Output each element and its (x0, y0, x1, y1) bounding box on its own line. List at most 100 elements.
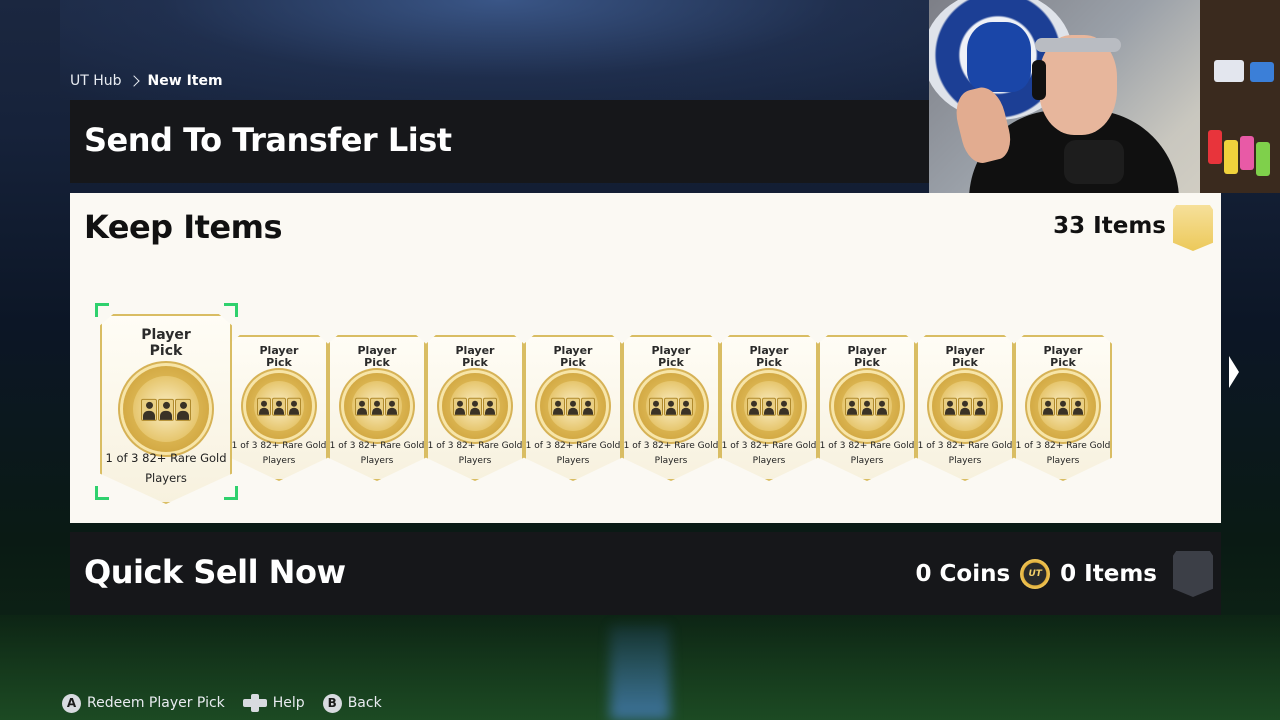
shelf-image (1200, 0, 1280, 193)
card-desc-line2: Players (360, 456, 394, 466)
player-pick-medal-icon (540, 373, 606, 439)
player-pick-medal-icon (834, 373, 900, 439)
card-title: Player Pick (818, 345, 916, 369)
card-desc-line1: 1 of 3 82+ Rare Gold (427, 441, 523, 451)
hint-1[interactable]: Help (242, 694, 305, 712)
background-pitch-light (610, 625, 670, 720)
card-desc-line1: 1 of 3 82+ Rare Gold (917, 441, 1013, 451)
player-pick-card-selected[interactable]: Player Pick 1 of 3 82+ Rare Gold Players (100, 314, 232, 504)
card-description: 1 of 3 82+ Rare Gold Players (818, 439, 916, 469)
player-pick-medal-icon (442, 373, 508, 439)
controller-button-icon: B (322, 693, 342, 713)
card-title: Player Pick (622, 345, 720, 369)
card-title: Player Pick (328, 345, 426, 369)
chevron-right-icon (127, 75, 140, 87)
player-pick-card[interactable]: Player Pick 1 of 3 82+ Rare Gold Players (622, 335, 720, 481)
player-pick-card[interactable]: Player Pick 1 of 3 82+ Rare Gold Players (720, 335, 818, 481)
arrow-right-icon[interactable] (1229, 356, 1239, 388)
card-description: 1 of 3 82+ Rare Gold Players (524, 439, 622, 469)
card-desc-line1: 1 of 3 82+ Rare Gold (329, 441, 425, 451)
card-desc-line1: 1 of 3 82+ Rare Gold (105, 451, 227, 465)
quick-sell-coins: 0 Coins (915, 561, 1011, 587)
focus-corner-icon (224, 303, 238, 317)
controller-button-icon: A (62, 693, 81, 713)
card-title: Player Pick (230, 345, 328, 369)
player-pick-medal-icon (246, 373, 312, 439)
card-desc-line2: Players (262, 456, 296, 466)
card-desc-line2: Players (654, 456, 688, 466)
player-pick-card[interactable]: Player Pick 1 of 3 82+ Rare Gold Players (426, 335, 524, 481)
card-desc-line2: Players (1046, 456, 1080, 466)
player-pick-medal-icon (638, 373, 704, 439)
hint-label: Help (272, 695, 305, 711)
quick-sell-title: Quick Sell Now (84, 553, 346, 591)
breadcrumb-root[interactable]: UT Hub (70, 73, 122, 89)
hint-2[interactable]: B Back (322, 693, 382, 713)
card-desc-line1: 1 of 3 82+ Rare Gold (231, 441, 327, 451)
card-title: Player Pick (1014, 345, 1112, 369)
grey-pack-badge-icon (1173, 551, 1213, 597)
quick-sell-items: 0 Items (1060, 561, 1157, 587)
quick-sell-now-button[interactable]: Quick Sell Now 0 Coins UT 0 Items (70, 532, 1221, 615)
card-desc-line2: Players (948, 456, 982, 466)
card-description: 1 of 3 82+ Rare Gold Players (622, 439, 720, 469)
focus-corner-icon (95, 486, 109, 500)
headband-image (1035, 38, 1121, 52)
ut-coin-icon: UT (1020, 559, 1051, 589)
quick-sell-summary: 0 Coins UT 0 Items (915, 551, 1213, 597)
card-title-line2: Pick (658, 356, 684, 369)
card-description: 1 of 3 82+ Rare Gold Players (426, 439, 524, 469)
headphone-image (1032, 60, 1046, 100)
card-title-line2: Pick (560, 356, 586, 369)
card-desc-line1: 1 of 3 82+ Rare Gold (525, 441, 621, 451)
card-description: 1 of 3 82+ Rare Gold Players (100, 448, 232, 488)
player-pick-medal-icon (344, 373, 410, 439)
card-title-line2: Pick (854, 356, 880, 369)
card-title-line2: Pick (1050, 356, 1076, 369)
card-description: 1 of 3 82+ Rare Gold Players (230, 439, 328, 469)
player-pick-card[interactable]: Player Pick 1 of 3 82+ Rare Gold Players (1014, 335, 1112, 481)
card-description: 1 of 3 82+ Rare Gold Players (916, 439, 1014, 469)
card-desc-line1: 1 of 3 82+ Rare Gold (819, 441, 915, 451)
card-title-line2: Pick (364, 356, 390, 369)
player-pick-card[interactable]: Player Pick 1 of 3 82+ Rare Gold Players (328, 335, 426, 481)
hint-0[interactable]: A Redeem Player Pick (62, 693, 225, 713)
hint-label: Redeem Player Pick (87, 695, 225, 711)
player-pick-medal-icon (123, 366, 209, 452)
card-title-line2: Pick (266, 356, 292, 369)
webcam-overlay (929, 0, 1280, 193)
card-desc-line2: Players (145, 471, 187, 485)
card-desc-line2: Players (752, 456, 786, 466)
focus-corner-icon (95, 303, 109, 317)
card-title-line1: Player (141, 327, 191, 343)
card-carousel: Player Pick 1 of 3 82+ Rare Gold Players Pla… (70, 193, 1221, 523)
card-desc-line1: 1 of 3 82+ Rare Gold (721, 441, 817, 451)
card-desc-line2: Players (458, 456, 492, 466)
player-pick-card[interactable]: Player Pick 1 of 3 82+ Rare Gold Players (230, 335, 328, 481)
focus-corner-icon (224, 486, 238, 500)
card-title: Player Pick (524, 345, 622, 369)
player-pick-card[interactable]: Player Pick 1 of 3 82+ Rare Gold Players (818, 335, 916, 481)
card-title: Player Pick (916, 345, 1014, 369)
card-title: Player Pick (426, 345, 524, 369)
player-pick-card[interactable]: Player Pick 1 of 3 82+ Rare Gold Players (916, 335, 1014, 481)
card-desc-line1: 1 of 3 82+ Rare Gold (1015, 441, 1111, 451)
card-desc-line1: 1 of 3 82+ Rare Gold (623, 441, 719, 451)
crest-lion-image (967, 22, 1031, 92)
card-title: Player Pick (100, 327, 232, 359)
breadcrumb-current: New Item (147, 73, 223, 89)
hint-label: Back (347, 695, 382, 711)
player-pick-medal-icon (736, 373, 802, 439)
keep-items-panel[interactable]: Keep Items 33 Items Player Pick 1 of 3 82+… (70, 193, 1221, 523)
player-pick-medal-icon (932, 373, 998, 439)
player-pick-card[interactable]: Player Pick 1 of 3 82+ Rare Gold Players (524, 335, 622, 481)
card-desc-line2: Players (556, 456, 590, 466)
dpad-icon (242, 694, 267, 712)
card-description: 1 of 3 82+ Rare Gold Players (328, 439, 426, 469)
controller-hints: A Redeem Player Pick Help B Back (62, 692, 382, 714)
transfer-section-title: Send To Transfer List (84, 121, 452, 159)
card-title-line2: Pick (952, 356, 978, 369)
card-desc-line2: Players (850, 456, 884, 466)
card-title-line2: Pick (462, 356, 488, 369)
player-pick-medal-icon (1030, 373, 1096, 439)
